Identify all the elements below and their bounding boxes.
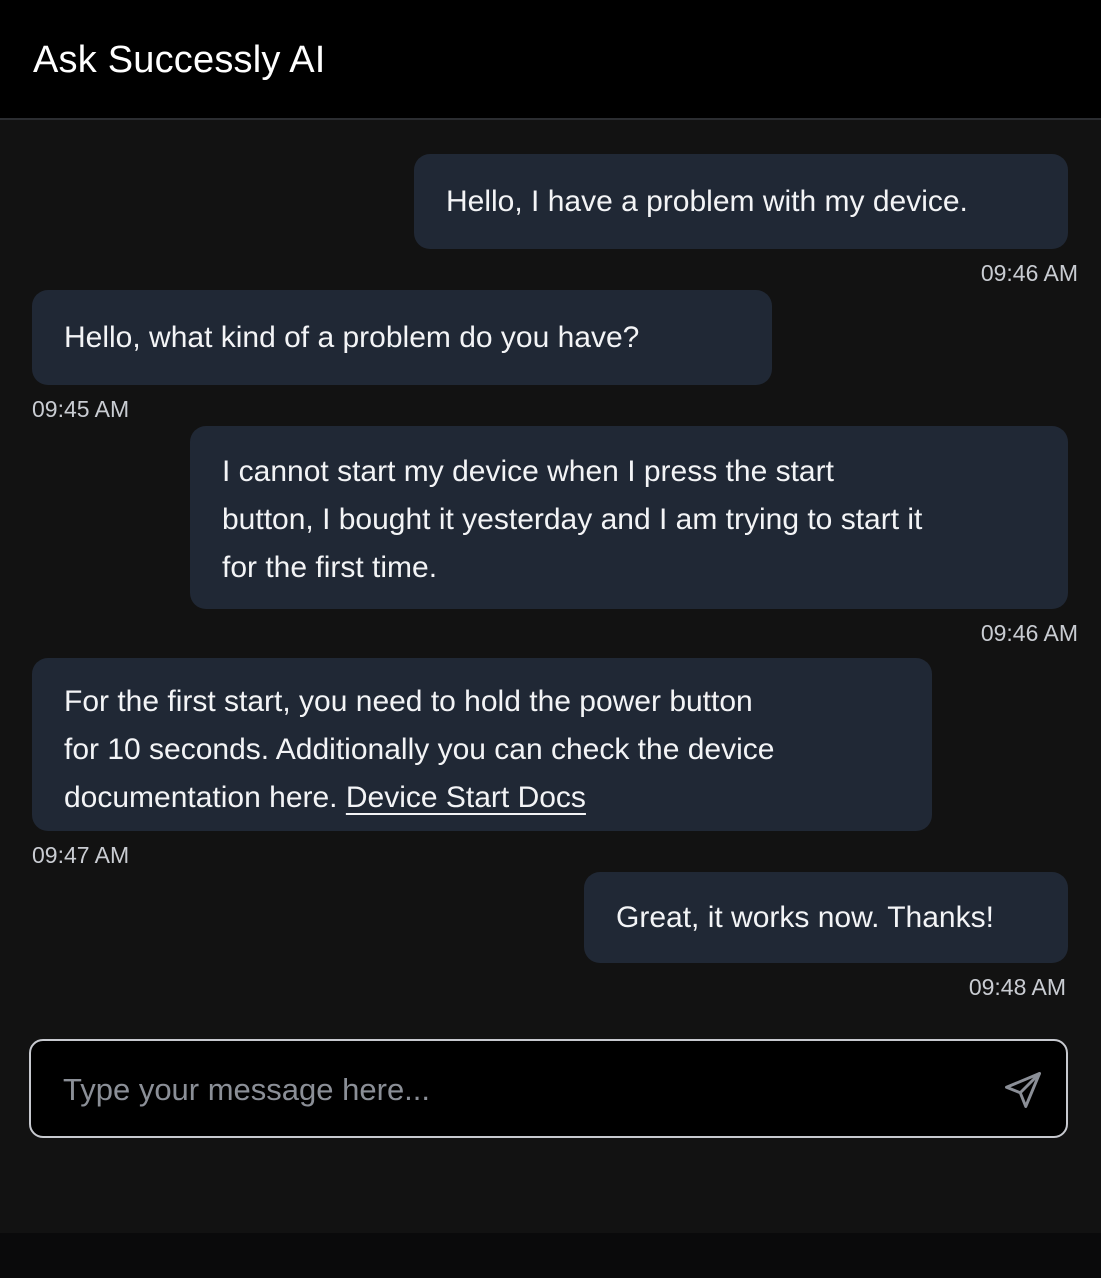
message-text-line: documentation here. Device Start Docs <box>64 774 900 822</box>
user-message-bubble: Great, it works now. Thanks! <box>584 872 1068 963</box>
message-text-line: for the first time. <box>222 551 438 584</box>
message-input[interactable] <box>61 1041 985 1138</box>
message-composer <box>29 1039 1068 1138</box>
user-message-bubble: I cannot start my device when I press th… <box>190 426 1068 609</box>
user-message-bubble: Hello, I have a problem with my device. <box>414 154 1068 249</box>
message-text: documentation here. <box>64 781 346 814</box>
send-button[interactable] <box>1001 1068 1045 1112</box>
message-timestamp: 09:48 AM <box>968 974 1066 1000</box>
message-timestamp: 09:45 AM <box>32 396 130 422</box>
paper-plane-icon <box>1005 1072 1041 1108</box>
message-text-line: I cannot start my device when I press th… <box>222 455 834 488</box>
message-text: Hello, what kind of a problem do you hav… <box>64 320 640 354</box>
message-text-line: for 10 seconds. Additionally you can che… <box>64 733 775 766</box>
chat-header: Ask Successly AI <box>0 0 1101 120</box>
bot-message-bubble: For the first start, you need to hold th… <box>32 658 932 831</box>
message-text-line: For the first start, you need to hold th… <box>64 685 753 718</box>
message-text: Hello, I have a problem with my device. <box>446 184 968 218</box>
message-text-line: button, I bought it yesterday and I am t… <box>222 503 923 536</box>
message-text: Great, it works now. Thanks! <box>616 900 994 934</box>
message-timestamp: 09:46 AM <box>980 260 1078 286</box>
message-timestamp: 09:46 AM <box>980 620 1078 646</box>
message-timestamp: 09:47 AM <box>32 842 130 868</box>
device-start-docs-link[interactable]: Device Start Docs <box>346 781 586 814</box>
footer-strip <box>0 1233 1101 1278</box>
chat-title: Ask Successly AI <box>33 39 326 81</box>
chat-app: Ask Successly AI Hello, I have a problem… <box>0 0 1101 1233</box>
bot-message-bubble: Hello, what kind of a problem do you hav… <box>32 290 772 385</box>
